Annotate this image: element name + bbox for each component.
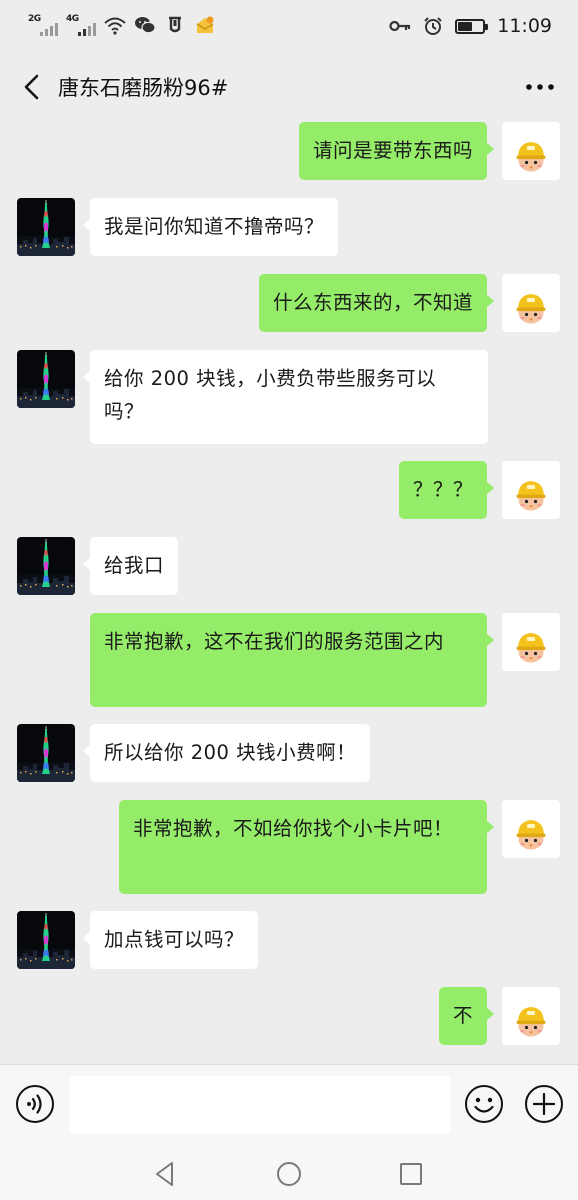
message-bubble-sent[interactable]: 不 [438,987,495,1045]
home-circle-icon[interactable] [273,1158,305,1190]
sim1-network-label: 2G [28,14,41,24]
message-bubble-received[interactable]: 给你 200 块钱，小费负带些服务可以吗？ [83,350,488,444]
contact-avatar[interactable] [17,350,75,408]
contact-avatar[interactable] [17,724,75,782]
chevron-left-icon [24,74,39,100]
more-dots-icon [526,84,554,90]
contact-avatar[interactable] [17,911,75,969]
wechat-notification-icon [135,17,156,34]
message-bubble-sent[interactable]: 请问是要带东西吗 [298,122,495,180]
chat-title: 唐东石磨肠粉96# [58,76,229,100]
back-button[interactable] [14,69,50,105]
message-bubble-sent[interactable]: 非常抱歉，这不在我们的服务范围之内 [90,613,494,707]
emoji-icon[interactable] [464,1084,504,1124]
self-avatar[interactable] [502,987,560,1045]
contact-avatar[interactable] [17,537,75,595]
self-avatar[interactable] [502,122,560,180]
message-bubble-sent[interactable]: 什么东西来的，不知道 [258,274,495,332]
chat-screen: 2G 4G 11:09 唐东石磨肠粉96# 请问是要带东西吗 我是问你知道不撸帝… [0,0,578,1200]
self-avatar[interactable] [502,800,560,858]
status-bar: 2G 4G 11:09 [0,0,578,52]
recents-square-icon[interactable] [395,1158,427,1190]
message-bubble-sent[interactable]: 非常抱歉，不如给你找个小卡片吧！ [119,800,494,894]
chat-header: 唐东石磨肠粉96# [0,52,578,122]
status-time: 11:09 [497,15,552,37]
message-bubble-received[interactable]: 给我口 [82,537,179,595]
self-avatar[interactable] [502,613,560,671]
back-triangle-icon[interactable] [149,1158,181,1190]
message-list[interactable]: 请问是要带东西吗 我是问你知道不撸帝吗？ 什么东西来的，不知道 给你 200 块… [0,122,578,1064]
voice-icon[interactable] [15,1084,55,1124]
sim2-network-label: 4G [66,14,79,24]
message-input[interactable] [69,1076,451,1134]
self-avatar[interactable] [502,274,560,332]
alarm-icon [424,17,442,35]
input-bar [0,1064,578,1146]
message-bubble-received[interactable]: 所以给你 200 块钱小费啊！ [82,724,371,782]
system-nav-bar [0,1146,578,1200]
message-bubble-received[interactable]: 我是问你知道不撸帝吗？ [82,198,339,256]
more-options-button[interactable] [522,72,558,102]
battery-level [458,21,473,31]
battery-icon [455,18,489,34]
message-bubble-sent[interactable]: ？？？ [398,461,495,519]
self-avatar[interactable] [502,461,560,519]
key-icon [389,20,411,32]
plus-icon[interactable] [524,1084,564,1124]
signal-4g-icon: 4G [66,14,96,40]
wifi-icon [104,17,126,35]
app-notification-icon [196,16,214,33]
signal-2g-icon: 2G [28,14,58,40]
contact-avatar[interactable] [17,198,75,256]
message-bubble-received[interactable]: 加点钱可以吗？ [82,911,259,969]
mailbox-notification-icon [169,16,181,33]
